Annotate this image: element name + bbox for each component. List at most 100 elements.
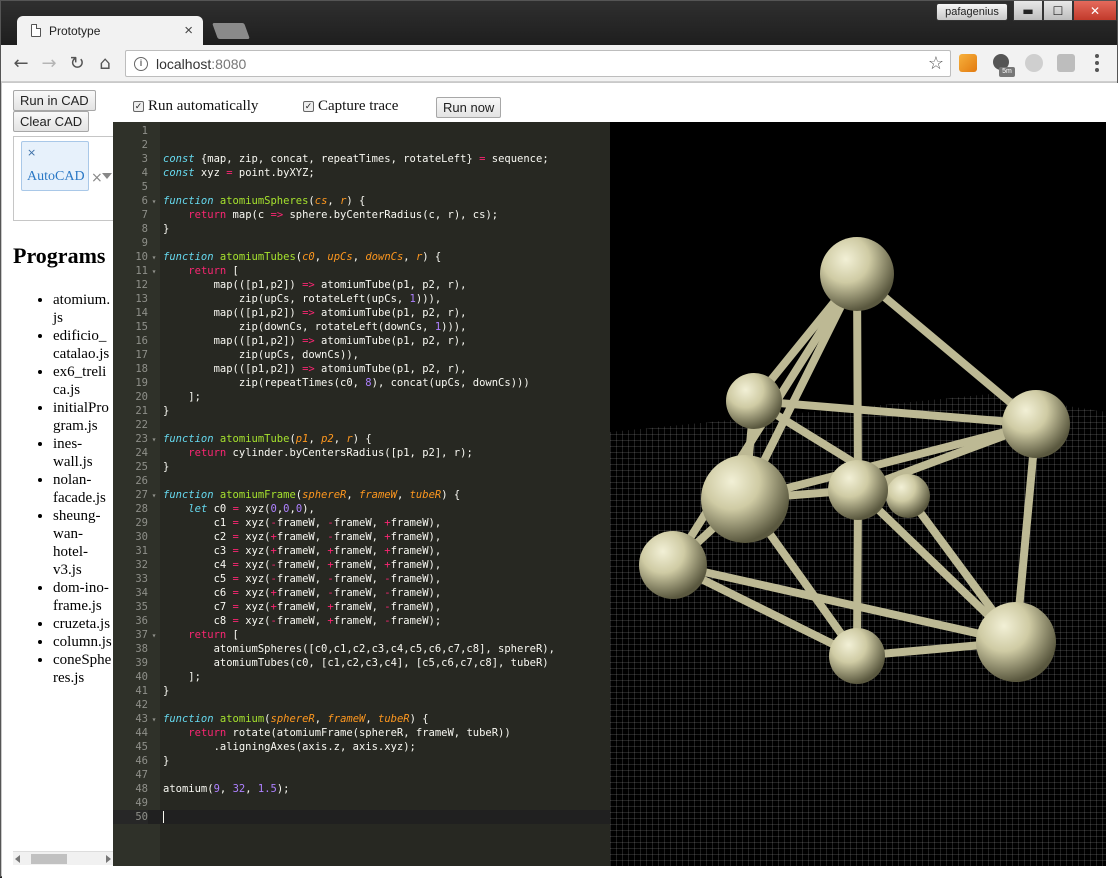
code-line[interactable]: 4 const xyz = point.byXYZ; [113, 166, 610, 180]
kebab-menu-icon[interactable] [1089, 54, 1105, 72]
code-line[interactable]: 2 [113, 138, 610, 152]
fold-toggle-icon[interactable]: ▾ [148, 713, 160, 727]
code-line[interactable]: 12 map(([p1,p2]) => atomiumTube(p1, p2, … [113, 278, 610, 292]
code-line[interactable]: 41 } [113, 684, 610, 698]
code-line[interactable]: 31 c3 = xyz(+frameW, +frameW, +frameW), [113, 544, 610, 558]
clear-selection-icon[interactable]: × [91, 170, 103, 186]
scrollbar-thumb[interactable] [31, 854, 67, 864]
code-editor[interactable]: 1 2 3 const {map, zip, concat, repeatTim… [113, 122, 610, 866]
feed-extension-icon[interactable] [1057, 54, 1075, 72]
selected-cad-chip[interactable]: × AutoCAD [21, 141, 89, 191]
program-link[interactable]: edificio_catalao.js [53, 327, 112, 363]
code-line[interactable]: 50 [113, 810, 610, 824]
code-line[interactable]: 19 zip(repeatTimes(c0, 8), concat(upCs, … [113, 376, 610, 390]
code-line[interactable]: 5 [113, 180, 610, 194]
chip-remove-icon[interactable]: × [27, 146, 36, 159]
code-line[interactable]: 20 ]; [113, 390, 610, 404]
code-line[interactable]: 24 return cylinder.byCentersRadius([p1, … [113, 446, 610, 460]
code-line[interactable]: 28 let c0 = xyz(0,0,0), [113, 502, 610, 516]
code-line[interactable]: 48 atomium(9, 32, 1.5); [113, 782, 610, 796]
code-line[interactable]: 37 ▾ return [ [113, 628, 610, 642]
code-line[interactable]: 35 c7 = xyz(+frameW, +frameW, -frameW), [113, 600, 610, 614]
code-line[interactable]: 17 zip(upCs, downCs)), [113, 348, 610, 362]
code-line[interactable]: 29 c1 = xyz(-frameW, -frameW, +frameW), [113, 516, 610, 530]
run-in-cad-button[interactable]: Run in CAD [13, 90, 96, 111]
code-line[interactable]: 1 [113, 124, 610, 138]
profile-button[interactable]: pafagenius [936, 3, 1008, 21]
program-link[interactable]: sheung-wan-hotel-v3.js [53, 507, 112, 579]
program-link[interactable]: atomium.js [53, 291, 112, 327]
code-line[interactable]: 44 return rotate(atomiumFrame(sphereR, f… [113, 726, 610, 740]
rss-extension-icon[interactable] [959, 54, 977, 72]
back-arrow-icon[interactable]: ← [9, 51, 33, 75]
scroll-left-icon[interactable] [15, 855, 20, 863]
scroll-right-icon[interactable] [106, 855, 111, 863]
cad-backend-select[interactable]: × AutoCAD × [13, 136, 114, 221]
fold-toggle-icon[interactable]: ▾ [148, 251, 160, 265]
code-line[interactable]: 21 } [113, 404, 610, 418]
code-line[interactable]: 25 } [113, 460, 610, 474]
tab-close-icon[interactable]: × [184, 22, 193, 39]
code-line[interactable]: 6 ▾ function atomiumSpheres(cs, r) { [113, 194, 610, 208]
fold-toggle-icon[interactable]: ▾ [148, 433, 160, 447]
code-line[interactable]: 42 [113, 698, 610, 712]
code-line[interactable]: 32 c4 = xyz(-frameW, +frameW, +frameW), [113, 558, 610, 572]
code-line[interactable]: 36 c8 = xyz(-frameW, +frameW, -frameW); [113, 614, 610, 628]
code-line[interactable]: 7 return map(c => sphere.byCenterRadius(… [113, 208, 610, 222]
fold-toggle-icon[interactable]: ▾ [148, 265, 160, 279]
code-line[interactable]: 14 map(([p1,p2]) => atomiumTube(p1, p2, … [113, 306, 610, 320]
code-line[interactable]: 30 c2 = xyz(+frameW, -frameW, +frameW), [113, 530, 610, 544]
code-line[interactable]: 47 [113, 768, 610, 782]
code-line[interactable]: 38 atomiumSpheres([c0,c1,c2,c3,c4,c5,c6,… [113, 642, 610, 656]
code-line[interactable]: 46 } [113, 754, 610, 768]
address-bar[interactable]: i localhost:8080 ☆ [125, 50, 951, 77]
minimize-button[interactable]: ▬ [1013, 1, 1043, 21]
run-now-button[interactable]: Run now [436, 97, 502, 118]
close-window-button[interactable]: ✕ [1073, 1, 1117, 21]
code-line[interactable]: 18 map(([p1,p2]) => atomiumTube(p1, p2, … [113, 362, 610, 376]
code-line[interactable]: 45 .aligningAxes(axis.z, axis.xyz); [113, 740, 610, 754]
code-line[interactable]: 11 ▾ return [ [113, 264, 610, 278]
program-link[interactable]: cruzeta.js [53, 615, 112, 633]
new-tab-button[interactable] [212, 23, 250, 39]
code-line[interactable]: 39 atomiumTubes(c0, [c1,c2,c3,c4], [c5,c… [113, 656, 610, 670]
capture-trace-option[interactable]: ✓ Capture trace [303, 98, 398, 115]
dropdown-caret-icon[interactable] [102, 173, 112, 179]
program-link[interactable]: initialProgram.js [53, 399, 112, 435]
fold-toggle-icon[interactable]: ▾ [148, 489, 160, 503]
code-line[interactable]: 9 [113, 236, 610, 250]
code-line[interactable]: 22 [113, 418, 610, 432]
fold-toggle-icon[interactable]: ▾ [148, 195, 160, 209]
info-icon[interactable]: i [134, 56, 148, 71]
code-line[interactable]: 33 c5 = xyz(-frameW, -frameW, -frameW), [113, 572, 610, 586]
reload-icon[interactable]: ↻ [65, 51, 89, 75]
clear-cad-button[interactable]: Clear CAD [13, 111, 90, 132]
bookmark-star-icon[interactable]: ☆ [928, 53, 944, 74]
code-line[interactable]: 8 } [113, 222, 610, 236]
program-link[interactable]: ex6_trelica.js [53, 363, 112, 399]
home-icon[interactable]: ⌂ [93, 51, 117, 75]
code-line[interactable]: 27 ▾ function atomiumFrame(sphereR, frameW… [113, 488, 610, 502]
code-line[interactable]: 34 c6 = xyz(+frameW, -frameW, -frameW), [113, 586, 610, 600]
program-link[interactable]: nolan-facade.js [53, 471, 112, 507]
react-extension-icon[interactable] [1025, 54, 1043, 72]
program-link[interactable]: coneSpheres.js [53, 651, 112, 687]
atomium-3d-render[interactable] [610, 122, 1106, 866]
code-line[interactable]: 3 const {map, zip, concat, repeatTimes, … [113, 152, 610, 166]
code-line[interactable]: 49 [113, 796, 610, 810]
code-line[interactable]: 26 [113, 474, 610, 488]
code-line[interactable]: 13 zip(upCs, rotateLeft(upCs, 1))), [113, 292, 610, 306]
maximize-button[interactable]: ☐ [1043, 1, 1073, 21]
code-line[interactable]: 40 ]; [113, 670, 610, 684]
run-automatically-option[interactable]: ✓ Run automatically [133, 98, 258, 115]
fold-toggle-icon[interactable]: ▾ [148, 629, 160, 643]
run-automatically-checkbox[interactable]: ✓ [133, 101, 144, 112]
horizontal-scrollbar[interactable] [13, 851, 113, 865]
code-line[interactable]: 10 ▾ function atomiumTubes(c0, upCs, downC… [113, 250, 610, 264]
code-line[interactable]: 23 ▾ function atomiumTube(p1, p2, r) { [113, 432, 610, 446]
program-link[interactable]: column.js [53, 633, 112, 651]
3d-viewport[interactable] [610, 122, 1106, 866]
program-link[interactable]: dom-ino-frame.js [53, 579, 112, 615]
program-link[interactable]: ines-wall.js [53, 435, 112, 471]
tab-prototype[interactable]: Prototype × [17, 16, 203, 45]
